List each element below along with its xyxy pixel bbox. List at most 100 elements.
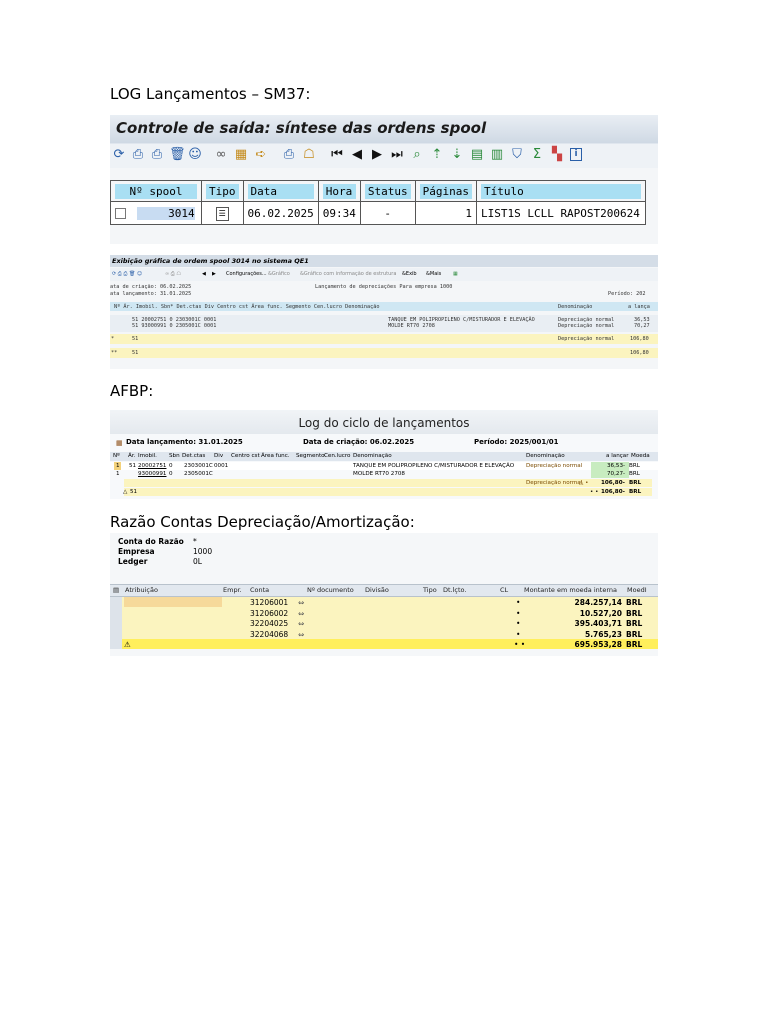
total-icon: ⚠ xyxy=(124,639,131,649)
export-icon[interactable]: ▤ xyxy=(470,148,484,162)
afbp-total-band xyxy=(124,488,652,496)
afbp-r2-moeda: BRL xyxy=(629,471,640,477)
sort-desc-icon[interactable]: ⇣ xyxy=(450,148,464,162)
print-now-icon[interactable]: ⎙ xyxy=(282,148,296,162)
sum-icon[interactable]: Σ xyxy=(530,148,544,162)
archive-icon[interactable]: ☖ xyxy=(302,148,316,162)
afbp-col-imob[interactable]: Imobil. xyxy=(138,453,157,459)
razao-r4-conta: 32204068 xyxy=(250,629,289,639)
spool-number[interactable]: 3014 xyxy=(136,206,195,220)
afbp-col-div[interactable]: Div xyxy=(214,453,223,459)
document-icon[interactable]: ☰ xyxy=(215,206,229,221)
calendar-icon: ▦ xyxy=(116,439,123,447)
find-icon[interactable]: ⌕ xyxy=(410,148,424,162)
razao-col-cl[interactable]: CL xyxy=(500,586,508,594)
sort-asc-icon[interactable]: ⇡ xyxy=(430,148,444,162)
razao-col-documento[interactable]: Nº documento xyxy=(307,586,354,594)
exib-button[interactable]: &Exib xyxy=(402,268,417,281)
glasses-icon[interactable]: ∞ xyxy=(214,148,228,162)
razao-col-conta[interactable]: Conta xyxy=(250,586,269,594)
user-icon[interactable]: ☺ xyxy=(188,148,202,162)
next-page-icon[interactable]: ▶ xyxy=(212,268,216,281)
export-icon[interactable]: ▦ xyxy=(453,268,458,281)
layout-icon[interactable]: ▥ xyxy=(490,148,504,162)
razao-total-montante: 695.953,28 xyxy=(574,639,622,649)
afbp-r1-tipo: Depreciação normal xyxy=(526,463,583,469)
mais-button[interactable]: &Mais xyxy=(426,268,441,281)
afbp-col-area[interactable]: Área func. xyxy=(261,453,290,459)
razao-col-empr[interactable]: Empr. xyxy=(223,586,242,594)
afbp-r1-sbn: 0 xyxy=(169,463,173,469)
row-checkbox[interactable] xyxy=(115,208,126,219)
status-dot: • xyxy=(516,608,521,618)
refresh-icon[interactable]: ⟳ ⎙ ⎙ 🗑 ☺ xyxy=(112,268,142,281)
razao-col-moeda[interactable]: MoedI xyxy=(627,586,647,594)
first-page-icon[interactable]: ⏮ xyxy=(330,148,344,162)
info-icon[interactable]: i xyxy=(570,148,582,161)
conta-value: * xyxy=(193,537,197,546)
col-data[interactable]: Data xyxy=(247,183,314,199)
graphic-subtotal-nr: 51 xyxy=(132,336,139,342)
col-hora[interactable]: Hora xyxy=(322,183,356,199)
glasses-icon[interactable]: ∞ ⎙ ☖ xyxy=(165,268,181,281)
razao-col-divisao[interactable]: Divisão xyxy=(365,586,389,594)
afbp-col-nr[interactable]: Nº xyxy=(113,453,120,459)
next-page-icon[interactable]: ▶ xyxy=(370,148,384,162)
afbp-col-centro[interactable]: Centro cst xyxy=(231,453,260,459)
afbp-col-ar[interactable]: Ár. xyxy=(128,453,135,459)
afbp-col-denom[interactable]: Denominação xyxy=(353,453,392,459)
col-titulo[interactable]: Título xyxy=(480,183,641,199)
afbp-total-icon: △ xyxy=(123,489,128,495)
afbp-periodo: Período: 2025/001/01 xyxy=(474,438,559,446)
afbp-col-cenlucro[interactable]: Cen.lucro xyxy=(324,453,350,459)
afbp-col-sbn[interactable]: Sbn xyxy=(169,453,180,459)
razao-r2-montante: 10.527,20 xyxy=(579,608,622,618)
razao-col-atribuicao[interactable]: Atribuição xyxy=(125,586,158,594)
afbp-col-det[interactable]: Det.ctas xyxy=(182,453,205,459)
afbp-col-segmento[interactable]: Segmento xyxy=(296,453,325,459)
delete-icon[interactable]: 🗑 xyxy=(169,148,186,162)
refresh-icon[interactable]: ⟳ xyxy=(112,148,126,162)
previous-page-icon[interactable]: ◀ xyxy=(350,148,364,162)
atribuicao-cell[interactable] xyxy=(124,597,222,607)
afbp-r2-imob[interactable]: 93000991 xyxy=(138,471,166,477)
print-preview-icon[interactable]: ⎙ xyxy=(150,148,164,162)
afbp-r1-imob[interactable]: 20002751 xyxy=(138,463,166,469)
col-paginas[interactable]: Páginas xyxy=(419,183,472,199)
row-paginas: 1 xyxy=(414,201,477,225)
config-button[interactable]: Configurações... xyxy=(226,268,267,281)
afbp-col-moeda[interactable]: Moeda xyxy=(631,453,650,459)
sm37-titlebar: Controle de saída: síntese das ordens sp… xyxy=(110,115,658,143)
razao-col-dtlcto[interactable]: Dt.lçto. xyxy=(443,586,466,594)
table-row[interactable]: 3014 ☰ 06.02.2025 09:34 - 1 LIST1S LCLL … xyxy=(110,201,646,225)
grafico-button[interactable]: &Gráfico xyxy=(268,268,290,281)
subtotal-icon[interactable]: ▚ xyxy=(550,148,564,162)
graphic-row2-tipo: Depreciação normal xyxy=(558,323,615,329)
row-data: 06.02.2025 xyxy=(242,201,319,225)
afbp-r1-div: 0001 xyxy=(214,463,229,469)
razao-col-tipo[interactable]: Tipo xyxy=(423,586,437,594)
graphic-total-valor: 106,80 xyxy=(630,350,649,356)
layout-icon[interactable]: ▤ xyxy=(113,586,119,594)
afbp-total-dots: • • xyxy=(590,489,599,495)
output-icon[interactable]: ▦ xyxy=(234,148,248,162)
sm37-table: Nº spool Tipo Data Hora Status Páginas T… xyxy=(110,180,646,225)
last-page-icon[interactable]: ⏭ xyxy=(390,148,404,162)
previous-page-icon[interactable]: ◀ xyxy=(202,268,206,281)
afbp-col-denom2[interactable]: Denominação xyxy=(526,453,565,459)
sm37-title: Controle de saída: síntese das ordens sp… xyxy=(116,119,487,137)
afbp-col-valor[interactable]: a lançar xyxy=(606,453,629,459)
print-icon[interactable]: ⎙ xyxy=(131,148,145,162)
razao-col-montante[interactable]: Montante em moeda interna xyxy=(524,586,617,594)
send-icon[interactable]: ➪ xyxy=(254,148,268,162)
col-spool[interactable]: Nº spool xyxy=(115,183,197,199)
graphic-total-nr: 51 xyxy=(132,350,139,356)
col-status[interactable]: Status xyxy=(364,183,411,199)
grafico-estrutura-button[interactable]: &Gráfico com informação de estrutura xyxy=(300,268,396,281)
row-selector-column[interactable] xyxy=(110,597,122,649)
filter-icon[interactable]: ⛉ xyxy=(510,148,524,162)
col-tipo[interactable]: Tipo xyxy=(206,183,239,199)
row-hora: 09:34 xyxy=(317,201,361,225)
currency-icon: ⇔ xyxy=(298,619,305,628)
ledger-label: Ledger xyxy=(118,557,148,566)
